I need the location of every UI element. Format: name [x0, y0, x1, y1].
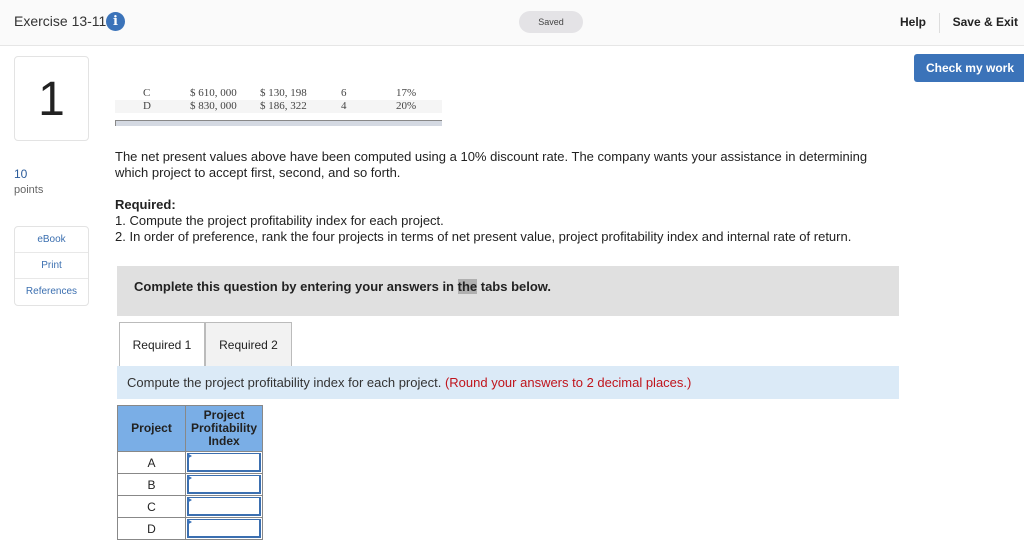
project-label: B: [117, 473, 186, 496]
irr-cell: 17%: [396, 87, 417, 99]
table-scrollbar[interactable]: [115, 120, 442, 126]
ppi-input-c[interactable]: [187, 497, 261, 516]
investment-cell: $ 610, 000: [190, 87, 237, 99]
ppi-input-a[interactable]: [187, 453, 261, 472]
banner-text: Complete this question by entering your …: [134, 279, 458, 294]
required-heading: Required:: [115, 197, 176, 212]
table-row: D: [117, 517, 263, 540]
npv-cell: $ 130, 198: [260, 87, 307, 99]
help-button[interactable]: Help: [900, 15, 926, 29]
table-row: B: [117, 473, 263, 496]
intro-line-1: The net present values above have been c…: [115, 149, 868, 164]
requirement-2: 2. In order of preference, rank the four…: [115, 229, 852, 244]
answer-table: Project Project Profitability Index A B C…: [117, 405, 263, 540]
divider: [939, 13, 940, 33]
tab-instruction: Compute the project profitability index …: [117, 366, 899, 399]
table-row: C: [117, 495, 263, 518]
exercise-title: Exercise 13-11: [14, 13, 107, 29]
irr-cell: 20%: [396, 100, 417, 112]
saved-status: Saved: [519, 11, 583, 33]
points-value: 10: [14, 167, 28, 181]
ebook-link[interactable]: eBook: [15, 227, 88, 253]
tab-required-1[interactable]: Required 1: [119, 322, 205, 366]
points-label: points: [14, 184, 44, 196]
references-link[interactable]: References: [15, 279, 88, 305]
project-cell: D: [143, 100, 151, 112]
check-my-work-button[interactable]: Check my work: [913, 54, 1024, 82]
banner-text-end: tabs below.: [477, 279, 552, 294]
instructions-banner: Complete this question by entering your …: [117, 266, 899, 316]
data-row: D $ 830, 000 $ 186, 322 4 20%: [115, 100, 442, 113]
project-label: C: [117, 495, 186, 518]
print-link[interactable]: Print: [15, 253, 88, 279]
top-bar: [0, 0, 1024, 46]
intro-line-2: which project to accept first, second, a…: [115, 165, 401, 180]
tab-required-2[interactable]: Required 2: [205, 322, 292, 366]
resource-links: eBook Print References: [14, 226, 89, 306]
investment-cell: $ 830, 000: [190, 100, 237, 112]
project-header: Project: [117, 405, 186, 452]
banner-highlight: the: [457, 279, 478, 294]
project-cell: C: [143, 87, 151, 99]
instruction-text: Compute the project profitability index …: [127, 375, 445, 390]
npv-cell: $ 186, 322: [260, 100, 307, 112]
question-number: 1: [14, 56, 89, 141]
data-row: C $ 610, 000 $ 130, 198 6 17%: [115, 87, 442, 100]
save-exit-button[interactable]: Save & Exit: [953, 15, 1018, 29]
table-row: A: [117, 451, 263, 474]
life-cell: 6: [341, 87, 347, 99]
life-cell: 4: [341, 100, 347, 112]
ppi-header: Project Profitability Index: [185, 405, 263, 452]
ppi-input-d[interactable]: [187, 519, 261, 538]
ppi-input-b[interactable]: [187, 475, 261, 494]
requirement-1: 1. Compute the project profitability ind…: [115, 213, 444, 228]
rounding-note: (Round your answers to 2 decimal places.…: [444, 375, 692, 390]
project-label: D: [117, 517, 186, 540]
info-icon[interactable]: i: [106, 12, 125, 31]
project-label: A: [117, 451, 186, 474]
